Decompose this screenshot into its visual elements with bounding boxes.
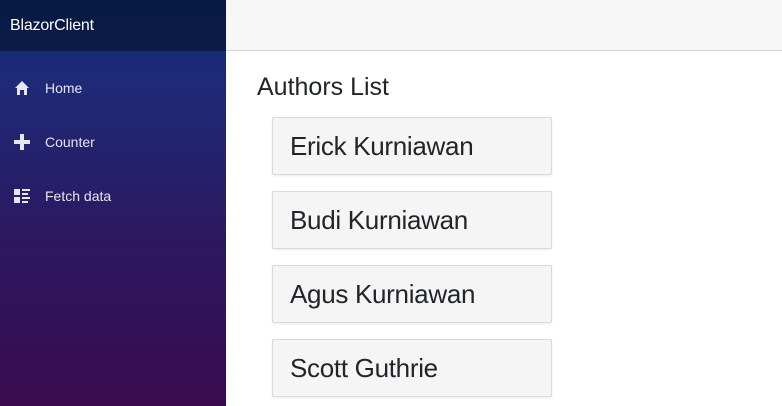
- sidebar-item-home[interactable]: Home: [0, 61, 226, 115]
- sidebar: BlazorClient Home Counter Fetch data: [0, 0, 226, 406]
- sidebar-item-label: Fetch data: [45, 188, 112, 204]
- author-card: Erick Kurniawan: [272, 117, 552, 175]
- brand-link[interactable]: BlazorClient: [10, 17, 94, 35]
- author-list: Erick Kurniawan Budi Kurniawan Agus Kurn…: [272, 117, 777, 397]
- home-icon: [12, 78, 32, 98]
- brand-bar: BlazorClient: [0, 0, 226, 51]
- main-content: Authors List Erick Kurniawan Budi Kurnia…: [257, 51, 777, 406]
- author-card: Scott Guthrie: [272, 339, 552, 397]
- sidebar-item-counter[interactable]: Counter: [0, 115, 226, 169]
- sidebar-item-label: Home: [45, 80, 83, 96]
- author-card: Agus Kurniawan: [272, 265, 552, 323]
- list-rich-icon: [12, 186, 32, 206]
- plus-icon: [12, 132, 32, 152]
- app-window: BlazorClient Home Counter Fetch data Aut…: [0, 0, 782, 406]
- author-name: Erick Kurniawan: [290, 130, 474, 161]
- top-row: [226, 0, 782, 51]
- sidebar-item-fetch-data[interactable]: Fetch data: [0, 169, 226, 223]
- author-name: Scott Guthrie: [290, 352, 438, 383]
- author-card: Budi Kurniawan: [272, 191, 552, 249]
- author-name: Budi Kurniawan: [290, 204, 468, 235]
- author-name: Agus Kurniawan: [290, 278, 476, 309]
- nav-menu: Home Counter Fetch data: [0, 51, 226, 223]
- sidebar-item-label: Counter: [45, 134, 95, 150]
- page-title: Authors List: [257, 73, 390, 101]
